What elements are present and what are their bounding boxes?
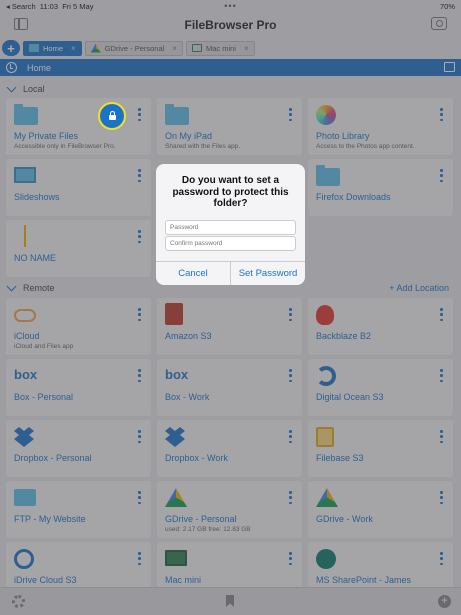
password-field[interactable] — [165, 219, 296, 235]
set-password-dialog: Do you want to set a password to protect… — [156, 164, 305, 285]
dialog-buttons: Cancel Set Password — [156, 261, 305, 285]
modal-overlay — [0, 0, 461, 615]
dialog-message: Do you want to set a password to protect… — [172, 175, 289, 209]
confirm-password-field[interactable] — [165, 235, 296, 251]
set-password-button[interactable]: Set Password — [231, 262, 305, 285]
lock-icon — [108, 111, 116, 120]
cancel-button[interactable]: Cancel — [156, 262, 231, 285]
lock-button[interactable] — [98, 102, 126, 130]
